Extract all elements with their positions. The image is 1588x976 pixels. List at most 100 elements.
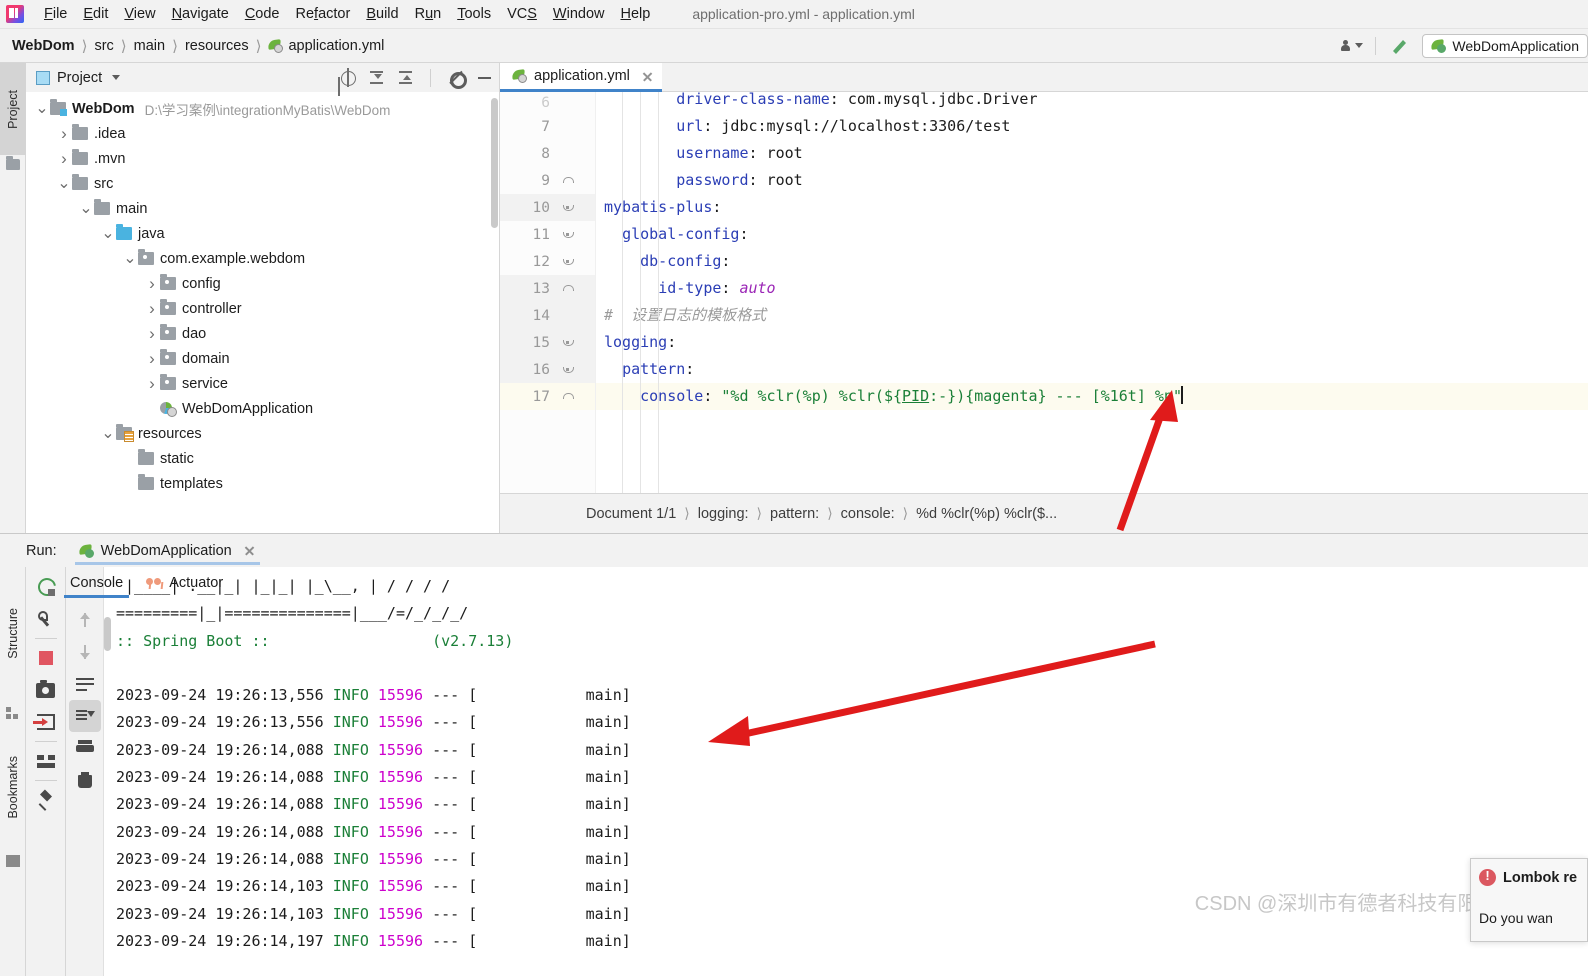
export-button[interactable] xyxy=(30,706,62,738)
gutter-line-10[interactable]: 10 xyxy=(500,194,596,221)
chevron-down-icon[interactable]: ⌄ xyxy=(78,201,94,216)
tool-window-button-bookmarks[interactable]: Bookmarks xyxy=(0,727,26,847)
tree-node-com-example-webdom[interactable]: ⌄ com.example.webdom xyxy=(26,246,499,271)
editor-text-area[interactable]: driver-class-name: com.mysql.jdbc.Driver… xyxy=(596,92,1588,493)
hammer-icon[interactable] xyxy=(1380,36,1418,56)
close-icon[interactable] xyxy=(243,544,256,557)
gutter-line-7[interactable]: 7 xyxy=(500,113,596,140)
chevron-down-icon[interactable]: ⌄ xyxy=(56,176,72,191)
code-line-10[interactable]: mybatis-plus: xyxy=(596,194,1588,221)
tree-node-src[interactable]: ⌄ src xyxy=(26,171,499,196)
code-fold-icon[interactable] xyxy=(562,175,574,186)
run-tab-webdomapplication[interactable]: WebDomApplication xyxy=(74,534,260,567)
chevron-down-icon[interactable]: ⌄ xyxy=(122,251,138,266)
chevron-right-icon[interactable]: › xyxy=(144,274,160,294)
gutter-line-17[interactable]: 17 xyxy=(500,383,596,410)
gutter-line-12[interactable]: 12 xyxy=(500,248,596,275)
menu-refactor[interactable]: Refactor xyxy=(288,4,359,24)
code-fold-icon[interactable] xyxy=(562,391,574,402)
gutter-line-16[interactable]: 16 xyxy=(500,356,596,383)
expand-all-icon[interactable] xyxy=(368,69,385,86)
collapse-all-icon[interactable] xyxy=(397,69,414,86)
screenshot-button[interactable] xyxy=(30,674,62,706)
rerun-button[interactable] xyxy=(30,571,62,603)
menu-view[interactable]: View xyxy=(116,4,163,24)
breadcrumb-value[interactable]: %d %clr(%p) %clr($... xyxy=(916,506,1057,522)
chevron-right-icon[interactable]: › xyxy=(144,324,160,344)
chevron-right-icon[interactable]: › xyxy=(144,299,160,319)
code-line-6[interactable]: driver-class-name: com.mysql.jdbc.Driver xyxy=(596,92,1588,113)
close-icon[interactable] xyxy=(641,70,654,83)
tree-node-resources[interactable]: ⌄ resources xyxy=(26,421,499,446)
code-fold-icon[interactable] xyxy=(562,337,574,348)
code-line-8[interactable]: username: root xyxy=(596,140,1588,167)
locate-icon[interactable] xyxy=(339,68,356,87)
tree-node-config[interactable]: › config xyxy=(26,271,499,296)
menu-edit[interactable]: Edit xyxy=(75,4,116,24)
gutter-line-14[interactable]: 14 xyxy=(500,302,596,329)
clear-all-button[interactable] xyxy=(69,764,101,796)
console-scrollbar[interactable] xyxy=(104,617,111,651)
scroll-to-end-button[interactable] xyxy=(68,700,101,732)
gutter-line-9[interactable]: 9 xyxy=(500,167,596,194)
tab-actuator[interactable]: Actuator xyxy=(143,567,225,598)
menu-help[interactable]: Help xyxy=(612,4,658,24)
project-tree-scrollbar[interactable] xyxy=(491,98,498,228)
tree-node-java[interactable]: ⌄ java xyxy=(26,221,499,246)
tree-node-static[interactable]: static xyxy=(26,446,499,471)
menu-tools[interactable]: Tools xyxy=(449,4,499,24)
code-fold-icon[interactable] xyxy=(562,202,574,213)
tab-console[interactable]: Console xyxy=(63,567,130,598)
run-configuration-selector[interactable]: WebDomApplication xyxy=(1422,33,1588,58)
code-line-12[interactable]: db-config: xyxy=(596,248,1588,275)
tree-node-controller[interactable]: › controller xyxy=(26,296,499,321)
menu-run[interactable]: Run xyxy=(407,4,450,24)
chevron-right-icon[interactable]: › xyxy=(144,374,160,394)
chevron-down-icon[interactable]: ⌄ xyxy=(34,101,50,116)
edit-configuration-button[interactable] xyxy=(30,603,62,635)
layout-button[interactable] xyxy=(30,745,62,777)
tool-window-button-project[interactable]: Project xyxy=(0,63,26,155)
chevron-down-icon[interactable] xyxy=(112,75,121,80)
gutter-line-6[interactable]: 6 xyxy=(500,92,596,113)
tree-node--idea[interactable]: › .idea xyxy=(26,121,499,146)
breadcrumb-resources[interactable]: resources xyxy=(185,38,249,54)
code-fold-icon[interactable] xyxy=(562,256,574,267)
editor-tab-application-yml[interactable]: application.yml xyxy=(500,63,662,92)
project-tree[interactable]: ⌄ WebDom D:\学习案例\integrationMyBatis\WebDom… xyxy=(26,92,499,533)
code-line-17[interactable]: console: "%d %clr(%p) %clr(${PID:-}){mag… xyxy=(596,383,1588,410)
breadcrumb-main[interactable]: main xyxy=(134,38,165,54)
code-line-9[interactable]: password: root xyxy=(596,167,1588,194)
person-icon[interactable] xyxy=(1333,39,1371,52)
code-line-14[interactable]: # 设置日志的模板格式 xyxy=(596,302,1588,329)
chevron-right-icon[interactable]: › xyxy=(56,124,72,144)
tree-node-webdom[interactable]: ⌄ WebDom D:\学习案例\integrationMyBatis\WebDom xyxy=(26,96,499,121)
menu-file[interactable]: File xyxy=(36,4,75,24)
tool-window-button-structure[interactable]: Structure xyxy=(0,573,26,693)
code-line-7[interactable]: url: jdbc:mysql://localhost:3306/test xyxy=(596,113,1588,140)
gear-icon[interactable] xyxy=(447,69,467,89)
chevron-right-icon[interactable]: › xyxy=(56,149,72,169)
code-editor[interactable]: 6 7 8 9 10 11 12 13 14 15 16 17 driver-class-name: … xyxy=(500,92,1588,493)
chevron-right-icon[interactable]: › xyxy=(144,349,160,369)
breadcrumb-application-yml[interactable]: application.yml xyxy=(288,38,384,54)
soft-wrap-button[interactable] xyxy=(69,668,101,700)
scroll-up-button[interactable] xyxy=(69,604,101,636)
chevron-down-icon[interactable]: ⌄ xyxy=(100,426,116,441)
pin-button[interactable] xyxy=(30,784,62,816)
code-fold-icon[interactable] xyxy=(562,229,574,240)
scroll-down-button[interactable] xyxy=(69,636,101,668)
tree-node-service[interactable]: › service xyxy=(26,371,499,396)
code-line-13[interactable]: id-type: auto xyxy=(596,275,1588,302)
minimize-icon[interactable] xyxy=(476,69,493,86)
breadcrumb-console[interactable]: console: xyxy=(841,506,895,522)
breadcrumb-src[interactable]: src xyxy=(94,38,113,54)
tree-node-dao[interactable]: › dao xyxy=(26,321,499,346)
code-line-15[interactable]: logging: xyxy=(596,329,1588,356)
editor-gutter[interactable]: 6 7 8 9 10 11 12 13 14 15 16 17 xyxy=(500,92,596,493)
breadcrumb-document[interactable]: Document 1/1 xyxy=(586,506,676,522)
menu-window[interactable]: Window xyxy=(545,4,613,24)
menu-navigate[interactable]: Navigate xyxy=(164,4,237,24)
tree-node-domain[interactable]: › domain xyxy=(26,346,499,371)
code-line-16[interactable]: pattern: xyxy=(596,356,1588,383)
